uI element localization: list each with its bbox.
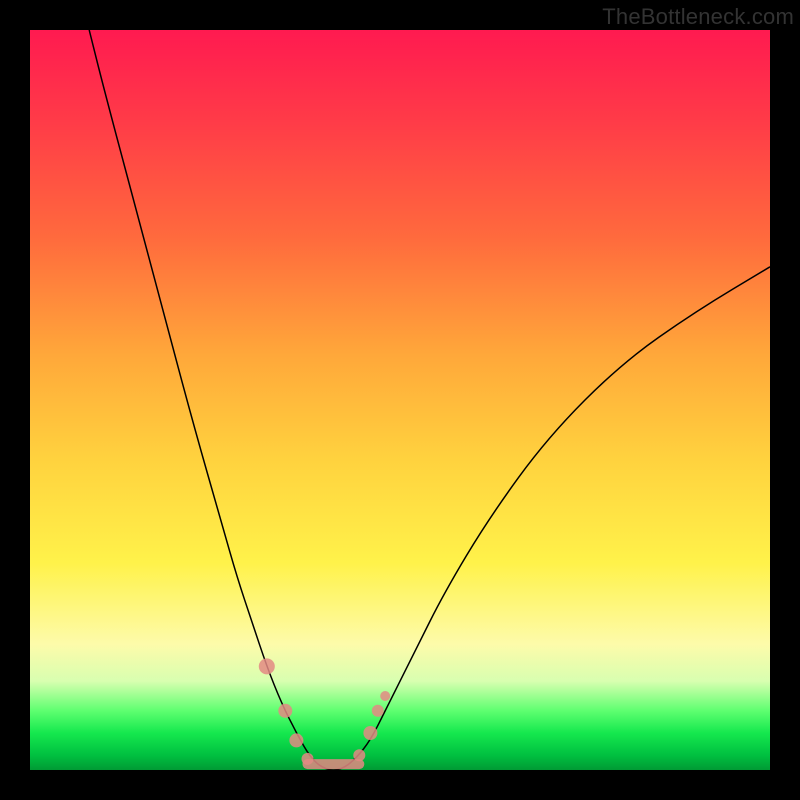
watermark-text: TheBottleneck.com <box>602 4 794 30</box>
plot-area <box>30 30 770 770</box>
curve-marker <box>380 691 390 701</box>
curve-svg <box>30 30 770 770</box>
marker-group <box>259 658 390 765</box>
curve-marker <box>363 726 377 740</box>
curve-marker <box>372 705 384 717</box>
curve-marker <box>289 733 303 747</box>
chart-frame: TheBottleneck.com <box>0 0 800 800</box>
curve-marker <box>278 704 292 718</box>
curve-marker <box>259 658 275 674</box>
bottleneck-curve <box>89 30 770 770</box>
